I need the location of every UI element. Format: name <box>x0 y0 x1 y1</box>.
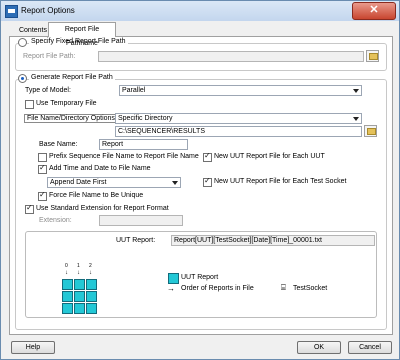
help-button[interactable]: Help <box>11 341 55 354</box>
dir-options-value: Specific Directory <box>118 115 173 122</box>
dir-options-label: File Name/Directory Options: <box>24 114 120 123</box>
uut-report-square <box>86 279 97 290</box>
append-order-select[interactable]: Append Date First <box>47 177 181 188</box>
uut-report-preview-field: Report[UUT][TestSocket][Date][Time]_0000… <box>171 235 375 246</box>
test-socket-icon: 1 <box>77 263 80 269</box>
browse-directory-button[interactable] <box>364 125 377 137</box>
use-standard-extension-checkbox[interactable] <box>25 203 34 214</box>
chevron-down-icon <box>353 89 359 93</box>
chevron-down-icon <box>353 117 359 121</box>
legend-uut-report-icon <box>168 273 179 284</box>
base-name-label: Base Name: <box>39 141 78 148</box>
uut-report-square <box>74 279 85 290</box>
folder-icon <box>369 53 378 60</box>
type-of-model-select[interactable]: Parallel <box>119 85 362 96</box>
report-file-path-label: Report File Path: <box>23 53 76 60</box>
down-arrow-icon: ↓ <box>77 270 80 276</box>
chevron-down-icon <box>172 181 178 185</box>
base-name-field[interactable]: Report <box>99 139 188 150</box>
extension-label: Extension: <box>39 217 72 224</box>
browse-fixed-path-button[interactable] <box>366 50 379 62</box>
report-file-path-field[interactable] <box>98 51 364 62</box>
use-temporary-file-checkbox[interactable] <box>25 100 34 109</box>
title-bar: Report Options ✕ <box>1 1 399 21</box>
add-time-date-checkbox[interactable] <box>38 163 47 174</box>
legend-testsocket-label: TestSocket <box>293 285 328 292</box>
tab-report-file-pathname[interactable]: Report File Pathname <box>48 22 116 47</box>
folder-icon <box>367 128 376 135</box>
uut-report-square <box>74 303 85 314</box>
uut-report-square <box>86 291 97 302</box>
test-socket-legend-icon: ⌸ <box>281 283 286 292</box>
force-unique-label: Force File Name to Be Unique <box>49 192 144 199</box>
legend-uut-report-label: UUT Report <box>181 274 219 281</box>
ok-button[interactable]: OK <box>297 341 341 354</box>
extension-field[interactable] <box>99 215 183 226</box>
new-per-socket-label: New UUT Report File for Each Test Socket <box>214 178 347 185</box>
uut-report-label: UUT Report: <box>116 237 156 244</box>
prefix-sequence-label: Prefix Sequence File Name to Report File… <box>49 153 199 160</box>
specify-fixed-path-radio[interactable] <box>18 38 27 47</box>
test-socket-icon: 0 <box>65 263 68 269</box>
new-per-uut-checkbox[interactable] <box>203 151 212 162</box>
down-arrow-icon: ↓ <box>65 270 68 276</box>
use-temporary-file-label: Use Temporary File <box>36 100 97 107</box>
force-unique-checkbox[interactable] <box>38 190 47 201</box>
generate-path-radio[interactable] <box>18 74 27 83</box>
down-arrow-icon: ↓ <box>89 270 92 276</box>
dir-options-select[interactable]: Specific Directory <box>115 113 362 124</box>
window-title: Report Options <box>21 6 75 15</box>
directory-field[interactable]: C:\SEQUENCER\RESULTS <box>115 126 362 137</box>
new-per-uut-label: New UUT Report File for Each UUT <box>214 153 325 160</box>
test-socket-icon: 2 <box>89 263 92 269</box>
cancel-button[interactable]: Cancel <box>348 341 392 354</box>
append-order-value: Append Date First <box>50 179 107 186</box>
add-time-date-label: Add Time and Date to File Name <box>49 165 151 172</box>
uut-report-square <box>74 291 85 302</box>
uut-report-square <box>86 303 97 314</box>
uut-report-square <box>62 303 73 314</box>
uut-report-square <box>62 279 73 290</box>
generate-path-label: Generate Report File Path <box>29 74 115 81</box>
arrow-right-icon: → <box>167 284 175 293</box>
type-of-model-value: Parallel <box>122 87 146 94</box>
type-of-model-label: Type of Model: <box>25 87 71 94</box>
legend-order-label: Order of Reports in File <box>181 285 254 292</box>
report-options-window: Report Options ✕ Contents Report File Pa… <box>0 0 400 360</box>
prefix-sequence-checkbox[interactable] <box>38 153 47 162</box>
new-per-socket-checkbox[interactable] <box>203 176 212 187</box>
app-icon <box>5 5 18 18</box>
uut-report-square <box>62 291 73 302</box>
tab-panel: Specify Fixed Report File Path Report Fi… <box>9 36 393 335</box>
close-button[interactable]: ✕ <box>352 2 396 20</box>
use-standard-extension-label: Use Standard Extension for Report Format <box>36 205 169 212</box>
